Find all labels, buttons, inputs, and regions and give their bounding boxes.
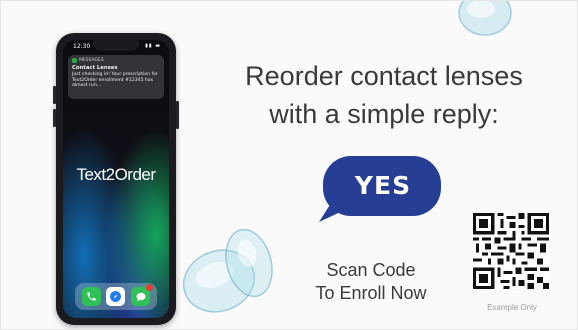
headline-line-2: with a simple reply: (269, 99, 499, 129)
ad-banner: 12:30 ▮▮ ▬ MESSAGES Contact Lenses Just … (0, 0, 578, 330)
contact-lens-bottom-icon (182, 228, 273, 313)
cta-line-1: Scan Code (326, 260, 416, 280)
phone-dock (75, 283, 157, 310)
notification-badge (146, 284, 154, 291)
messages-icon[interactable] (131, 284, 154, 306)
status-time: 12:30 (73, 43, 91, 50)
safari-icon[interactable] (106, 287, 126, 306)
headline-line-1: Reorder contact lenses (245, 61, 523, 91)
notification-title: Contact Lenses (72, 65, 118, 71)
enroll-cta: Scan Code To Enroll Now (291, 259, 451, 305)
phone-icon[interactable] (81, 287, 101, 306)
signal-battery-icon: ▮▮ ▬ (145, 43, 161, 49)
reply-yes-text: YES (354, 171, 412, 200)
message-notification[interactable]: MESSAGES Contact Lenses Just checking in… (68, 55, 164, 99)
cta-line-2: To Enroll Now (315, 283, 427, 303)
contact-lens-top-icon (458, 1, 512, 36)
qr-caption: Example Only (487, 303, 537, 312)
notification-app-name: MESSAGES (79, 58, 104, 63)
headline: Reorder contact lenses with a simple rep… (208, 57, 560, 133)
phone-mockup: 12:30 ▮▮ ▬ MESSAGES Contact Lenses Just … (56, 33, 176, 325)
phone-screen: 12:30 ▮▮ ▬ MESSAGES Contact Lenses Just … (63, 40, 169, 318)
phone-power-button (176, 101, 179, 129)
qr-code[interactable] (473, 213, 549, 289)
phone-notch (93, 40, 139, 51)
notification-body: Just checking in! Your prescription for … (72, 72, 158, 89)
text2order-logo: Text2Order (76, 165, 156, 184)
messages-app-icon (72, 58, 77, 63)
